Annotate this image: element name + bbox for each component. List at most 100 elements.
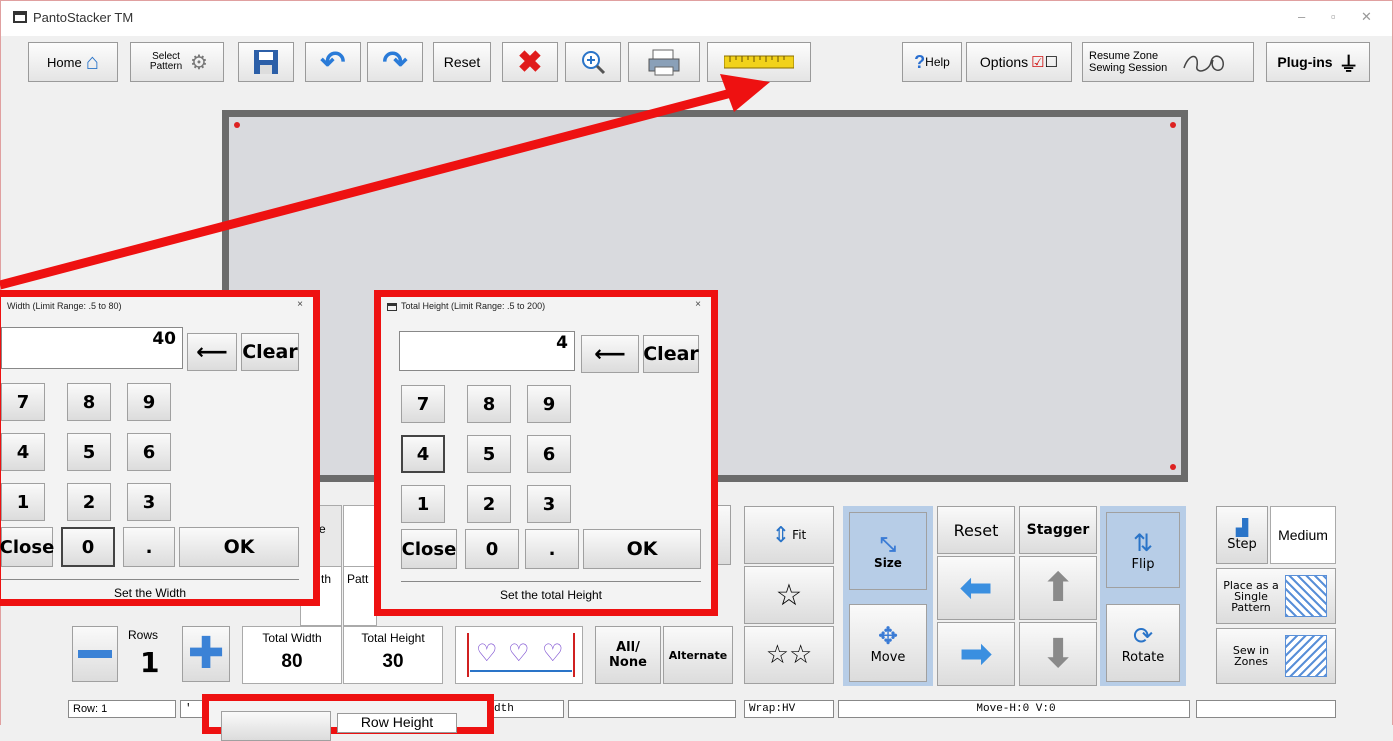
options-button[interactable]: Options ☑ ☐: [966, 42, 1072, 82]
total-width-box[interactable]: Total Width 80: [242, 626, 342, 684]
alternate-button[interactable]: Alternate: [663, 626, 733, 684]
total-width-value: 80: [281, 651, 303, 672]
alternate-label: Alternate: [668, 648, 728, 662]
zones-grid-icon: [1285, 635, 1327, 677]
size-arrows-icon: ⤡: [880, 532, 896, 556]
corner-handle-top-right[interactable]: [1170, 122, 1176, 128]
height-value-input[interactable]: 4: [399, 331, 575, 371]
nudge-right-button[interactable]: ➡: [937, 622, 1015, 686]
move-button[interactable]: ✥ Move: [849, 604, 927, 682]
partial-patt: Patt: [347, 572, 369, 586]
height-key-5[interactable]: 5: [467, 435, 511, 473]
width-backspace-button[interactable]: ⟵: [187, 333, 237, 371]
partial-th: th: [321, 572, 332, 586]
nudge-up-button[interactable]: ⬆: [1019, 556, 1097, 620]
nudge-down-button[interactable]: ⬇: [1019, 622, 1097, 686]
height-ok-label: OK: [626, 538, 658, 560]
width-key-dot[interactable]: .: [123, 527, 175, 567]
corner-handle-bottom-right[interactable]: [1170, 464, 1176, 470]
close-window-button[interactable]: ✕: [1361, 9, 1372, 25]
width-ok-button[interactable]: OK: [179, 527, 299, 567]
maximize-button[interactable]: ▫: [1331, 9, 1336, 24]
pattern-grid-icon: [1285, 575, 1327, 617]
hearts-pattern-button[interactable]: ♡ ♡ ♡: [455, 626, 583, 684]
move-arrows-icon: ✥: [877, 621, 899, 650]
backspace-arrow-icon: ⟵: [196, 339, 228, 365]
width-key-6[interactable]: 6: [127, 433, 171, 471]
height-keypad-caption: Set the total Height: [401, 581, 701, 602]
partial-e: e: [319, 522, 326, 536]
flip-button[interactable]: ⇅ Flip: [1106, 512, 1180, 588]
minus-icon: [78, 650, 112, 658]
minimize-button[interactable]: –: [1298, 9, 1305, 24]
all-none-label: All/ None: [609, 640, 647, 670]
height-key-0[interactable]: 0: [465, 529, 519, 569]
width-key-8[interactable]: 8: [67, 383, 111, 421]
medium-box[interactable]: Medium: [1270, 506, 1336, 564]
all-none-button[interactable]: All/ None: [595, 626, 661, 684]
height-clear-button[interactable]: Clear: [643, 335, 699, 373]
width-key-0[interactable]: 0: [61, 527, 115, 567]
place-single-label: Place as a Single Pattern: [1223, 578, 1279, 614]
resume-loop-icon: [1183, 55, 1224, 72]
svg-text:♡: ♡: [476, 640, 498, 667]
step-label: Step: [1227, 537, 1257, 552]
size-button[interactable]: ⤡ Size: [849, 512, 927, 590]
fit-label: Fit: [792, 528, 807, 542]
rotate-label: Rotate: [1121, 649, 1165, 665]
width-key-1[interactable]: 1: [1, 483, 45, 521]
height-keypad-dialog: Total Height (Limit Range: .5 to 200) × …: [374, 290, 718, 616]
width-clear-button[interactable]: Clear: [241, 333, 299, 371]
width-value-input[interactable]: 40: [1, 327, 183, 369]
rotate-button[interactable]: ⟳ Rotate: [1106, 604, 1180, 682]
place-single-button[interactable]: Place as a Single Pattern: [1216, 568, 1336, 624]
resume-zone-button[interactable]: Resume Zone Sewing Session: [1082, 42, 1254, 82]
nudge-left-button[interactable]: ⬅: [937, 556, 1015, 620]
width-key-5[interactable]: 5: [67, 433, 111, 471]
height-key-9[interactable]: 9: [527, 385, 571, 423]
height-ok-button[interactable]: OK: [583, 529, 701, 569]
width-keypad-close-x[interactable]: ×: [297, 299, 303, 310]
height-backspace-button[interactable]: ⟵: [581, 335, 639, 373]
arrow-down-icon: ⬇: [1041, 631, 1075, 677]
height-key-7[interactable]: 7: [401, 385, 445, 423]
width-close-button[interactable]: Close: [0, 527, 54, 567]
star-align-button[interactable]: ☆: [744, 566, 834, 624]
total-height-box[interactable]: Total Height 30: [343, 626, 443, 684]
sew-zones-label: Sew in Zones: [1232, 644, 1270, 668]
fit-arrows-icon: ⇕: [771, 522, 791, 548]
rows-minus-button[interactable]: [72, 626, 118, 682]
sew-zones-button[interactable]: Sew in Zones: [1216, 628, 1336, 684]
partial-pattern-tile: Patt: [343, 566, 377, 626]
width-key-4[interactable]: 4: [1, 433, 45, 471]
height-keypad-close-x[interactable]: ×: [695, 299, 701, 310]
checked-box-icon: ☑: [1031, 54, 1045, 71]
height-close-button[interactable]: Close: [401, 529, 457, 569]
step-button[interactable]: ▟ Step: [1216, 506, 1268, 564]
height-key-1[interactable]: 1: [401, 485, 445, 523]
fit-button[interactable]: ⇕ Fit: [744, 506, 834, 564]
move-label: Move: [870, 649, 906, 665]
width-key-9[interactable]: 9: [127, 383, 171, 421]
rows-value: 1: [140, 646, 160, 679]
height-key-6[interactable]: 6: [527, 435, 571, 473]
stagger-button[interactable]: Stagger: [1019, 506, 1097, 554]
help-button[interactable]: ? Help: [902, 42, 962, 82]
hearts-icon: ♡ ♡ ♡: [467, 633, 575, 677]
star-icon: ☆: [775, 577, 803, 613]
width-key-3[interactable]: 3: [127, 483, 171, 521]
plugins-button[interactable]: Plug-ins ⏚: [1266, 42, 1370, 82]
row-height-left-button[interactable]: [221, 711, 331, 741]
reset-move-button[interactable]: Reset: [937, 506, 1015, 554]
height-clear-label: Clear: [643, 343, 699, 365]
rows-plus-button[interactable]: ✚: [182, 626, 230, 682]
star-spacing-button[interactable]: ☆☆: [744, 626, 834, 684]
height-key-dot[interactable]: .: [525, 529, 579, 569]
width-key-7[interactable]: 7: [1, 383, 45, 421]
height-key-4[interactable]: 4: [401, 435, 445, 473]
height-key-3[interactable]: 3: [527, 485, 571, 523]
question-icon: ?: [914, 51, 926, 72]
width-key-2[interactable]: 2: [67, 483, 111, 521]
height-key-2[interactable]: 2: [467, 485, 511, 523]
height-key-8[interactable]: 8: [467, 385, 511, 423]
